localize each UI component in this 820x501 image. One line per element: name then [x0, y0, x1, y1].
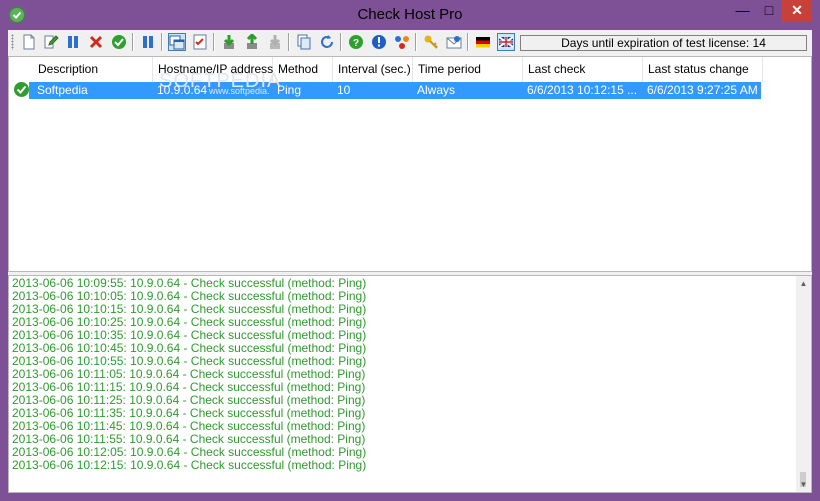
status-ok-icon — [14, 82, 29, 97]
toolbar-separator — [132, 33, 134, 51]
cell-description: Softpedia — [37, 83, 88, 97]
network-icon[interactable] — [393, 33, 411, 51]
export-icon[interactable] — [243, 33, 261, 51]
cell-interval: 10 — [337, 83, 351, 97]
titlebar[interactable]: Check Host Pro — □ ✕ — [0, 0, 820, 30]
email-icon[interactable] — [445, 33, 463, 51]
toolbar-separator — [288, 33, 290, 51]
log-line: 2013-06-06 10:12:15: 10.9.0.64 - Check s… — [12, 458, 367, 472]
check-now-icon[interactable] — [110, 33, 128, 51]
help-icon[interactable]: ? — [347, 33, 365, 51]
copy-icon[interactable] — [295, 33, 313, 51]
toolbar-separator — [340, 33, 342, 51]
cell-method: Ping — [277, 83, 302, 97]
scroll-up-arrow-icon[interactable]: ▲ — [796, 276, 811, 291]
toolbar-grip[interactable] — [11, 34, 14, 50]
export-disabled-icon[interactable] — [266, 33, 284, 51]
column-header-interval[interactable]: Interval (sec.) — [333, 57, 413, 82]
column-header-last-status-change[interactable]: Last status change — [643, 57, 763, 82]
info-icon[interactable] — [370, 33, 388, 51]
window-view-icon[interactable] — [168, 33, 186, 51]
pause-host-icon[interactable] — [64, 33, 82, 51]
column-header-last-check[interactable]: Last check — [523, 57, 643, 82]
license-status: Days until expiration of test license: 1… — [520, 35, 807, 51]
log-lines: 2013-06-06 10:09:55: 10.9.0.64 - Check s… — [12, 277, 797, 472]
log-scrollbar[interactable]: ▲ ▼ — [796, 276, 811, 492]
toolbar-separator — [415, 33, 417, 51]
toolbar-separator — [161, 33, 163, 51]
minimize-button[interactable]: — — [729, 0, 756, 21]
window-title: Check Host Pro — [357, 6, 463, 23]
delete-host-icon[interactable] — [87, 33, 105, 51]
close-button[interactable]: ✕ — [782, 0, 812, 21]
scroll-down-arrow-icon[interactable]: ▼ — [796, 477, 811, 492]
column-header-time-period[interactable]: Time period — [413, 57, 523, 82]
key-icon[interactable] — [422, 33, 440, 51]
client-area: ? Days until expiration of test license:… — [8, 30, 812, 493]
refresh-icon[interactable] — [318, 33, 336, 51]
log-panel[interactable]: 2013-06-06 10:09:55: 10.9.0.64 - Check s… — [8, 275, 812, 493]
cell-last-status-change: 6/6/2013 9:27:25 AM — [647, 83, 758, 97]
pause-all-icon[interactable] — [139, 33, 157, 51]
english-flag-icon[interactable] — [497, 33, 515, 51]
maximize-button[interactable]: □ — [756, 0, 782, 21]
app-window: Check Host Pro — □ ✕ ? Days until expira… — [0, 0, 820, 501]
hosts-list-header: Description Hostname/IP address Method I… — [9, 57, 769, 82]
column-header-method[interactable]: Method — [273, 57, 333, 82]
cell-time-period: Always — [417, 83, 456, 97]
german-flag-icon[interactable] — [474, 33, 492, 51]
toolbar-separator — [213, 33, 215, 51]
toolbar: ? Days until expiration of test license:… — [8, 30, 812, 56]
hosts-list[interactable]: Description Hostname/IP address Method I… — [8, 56, 812, 272]
new-host-icon[interactable] — [20, 33, 38, 51]
checklist-icon[interactable] — [191, 33, 209, 51]
cell-last-check: 6/6/2013 10:12:15 ... — [527, 83, 638, 97]
import-icon[interactable] — [220, 33, 238, 51]
watermark-url: www.softpedia.com — [209, 86, 269, 96]
toolbar-separator — [467, 33, 469, 51]
table-row[interactable]: SOFTPEDIA Softpedia 10.9.0.64 Ping 10 Al… — [9, 70, 761, 99]
svg-text:?: ? — [353, 38, 359, 49]
column-header-description[interactable]: Description — [33, 57, 153, 82]
edit-host-icon[interactable] — [42, 33, 60, 51]
